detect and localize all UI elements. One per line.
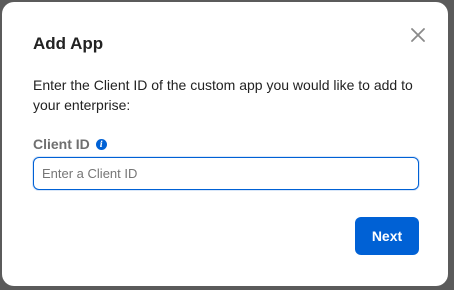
next-button[interactable]: Next <box>355 217 419 255</box>
close-icon <box>411 28 425 42</box>
client-id-input[interactable] <box>33 157 419 190</box>
dialog-description: Enter the Client ID of the custom app yo… <box>33 77 413 113</box>
client-id-label: Client ID <box>33 136 90 152</box>
close-button[interactable] <box>406 23 430 47</box>
info-icon[interactable]: i <box>95 138 107 150</box>
add-app-dialog: Add App Enter the Client ID of the custo… <box>2 2 448 286</box>
client-id-label-row: Client ID i <box>33 135 107 153</box>
dialog-title: Add App <box>33 34 104 53</box>
